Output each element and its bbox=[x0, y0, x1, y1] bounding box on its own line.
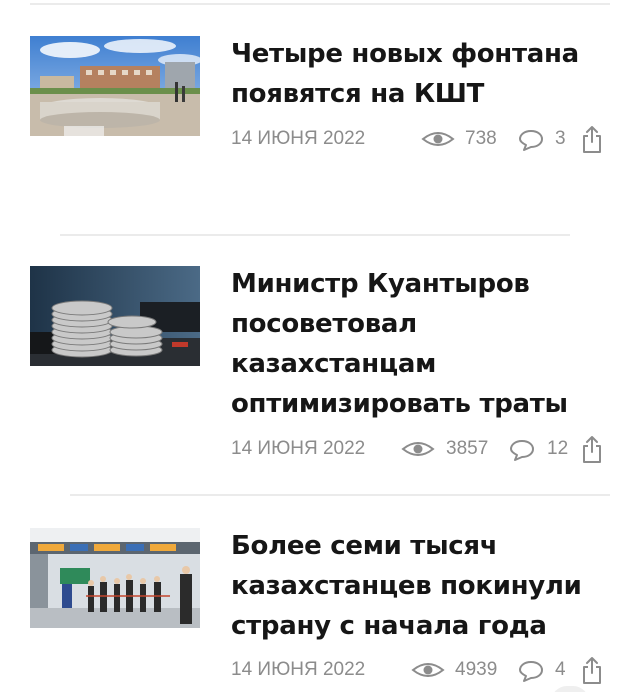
share-icon[interactable] bbox=[581, 434, 603, 464]
views-count: 4939 bbox=[455, 659, 498, 680]
article-title[interactable]: Министр Куантыров посоветовал казахстанц… bbox=[231, 264, 621, 424]
comments-count: 4 bbox=[555, 659, 566, 680]
share-icon[interactable] bbox=[581, 655, 603, 685]
article-meta: 14 ИЮНЯ 2022 3857 12 bbox=[231, 434, 611, 464]
article-title[interactable]: Более семи тысяч казахстанцев покинули с… bbox=[231, 526, 621, 646]
comments-count: 12 bbox=[547, 438, 569, 459]
article-title-line: Более семи тысяч bbox=[231, 531, 498, 561]
views-count: 738 bbox=[465, 128, 497, 149]
article-date: 14 ИЮНЯ 2022 bbox=[231, 659, 366, 680]
article-title-line: казахстанцев покинули bbox=[231, 571, 582, 601]
thumbnail-fountain-photo[interactable] bbox=[30, 36, 200, 136]
article-title-line: оптимизировать траты bbox=[231, 389, 568, 419]
article-date: 14 ИЮНЯ 2022 bbox=[231, 128, 366, 149]
thumbnail-airport-photo[interactable] bbox=[30, 528, 200, 628]
eye-icon bbox=[421, 132, 455, 146]
divider-article-1-2 bbox=[60, 234, 570, 236]
article-date: 14 ИЮНЯ 2022 bbox=[231, 438, 366, 459]
eye-icon bbox=[401, 442, 435, 456]
article-title-line: появятся на КШТ bbox=[231, 79, 485, 109]
divider-top bbox=[30, 3, 610, 5]
article-meta: 14 ИЮНЯ 2022 4939 4 bbox=[231, 655, 611, 685]
article-title-line: Министр Куантыров bbox=[231, 269, 530, 299]
article-title-line: казахстанцам bbox=[231, 349, 437, 379]
comments-count: 3 bbox=[555, 128, 566, 149]
comment-bubble-icon[interactable] bbox=[509, 438, 535, 462]
comment-bubble-icon[interactable] bbox=[518, 659, 544, 683]
divider-article-2-3 bbox=[70, 494, 610, 496]
article-title-line: Четыре новых фонтана bbox=[231, 39, 579, 69]
comment-bubble-icon[interactable] bbox=[518, 128, 544, 152]
thumbnail-coins-photo[interactable] bbox=[30, 266, 200, 366]
share-icon[interactable] bbox=[581, 124, 603, 154]
news-feed: Четыре новых фонтана появятся на КШТ 14 … bbox=[0, 0, 640, 692]
scroll-to-top-button[interactable] bbox=[551, 686, 589, 692]
article-title-line: посоветовал bbox=[231, 309, 417, 339]
article-title-line: страну с начала года bbox=[231, 611, 547, 641]
eye-icon bbox=[411, 663, 445, 677]
views-count: 3857 bbox=[446, 438, 489, 459]
article-meta: 14 ИЮНЯ 2022 738 3 bbox=[231, 124, 611, 154]
article-title[interactable]: Четыре новых фонтана появятся на КШТ bbox=[231, 34, 621, 114]
